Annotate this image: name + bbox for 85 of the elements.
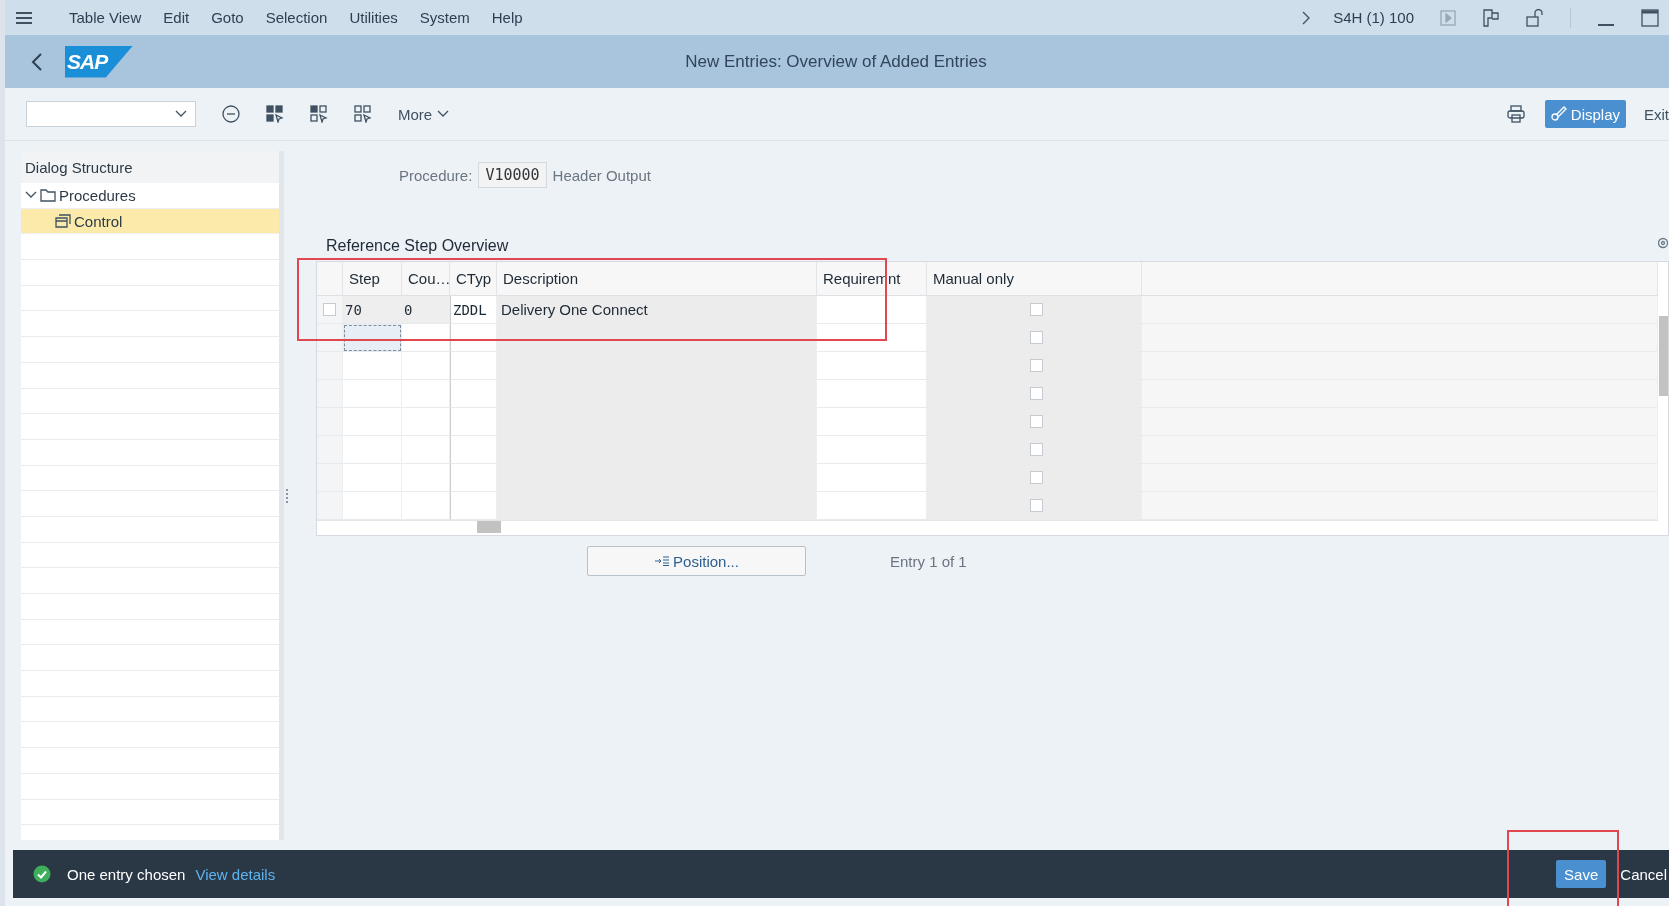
settings-icon[interactable] [1657, 237, 1669, 249]
table-cell[interactable] [402, 324, 450, 352]
menu-item[interactable]: Utilities [349, 9, 398, 26]
menu-item[interactable]: Selection [265, 9, 328, 26]
table-cell: Delivery One Connect [497, 296, 817, 324]
more-button[interactable]: More [398, 105, 450, 123]
table-cell[interactable]: 70 [343, 296, 402, 324]
table-cell [450, 380, 497, 408]
select-block-icon[interactable] [310, 105, 328, 123]
menu-item[interactable]: System [419, 9, 470, 26]
row-selector[interactable] [317, 296, 343, 324]
table-cell [450, 408, 497, 436]
deselect-all-icon[interactable] [354, 105, 372, 123]
unlock-icon[interactable] [1526, 8, 1544, 27]
table-cell[interactable] [402, 352, 450, 380]
folder-icon [40, 188, 56, 203]
chevron-right-icon[interactable] [1301, 10, 1312, 25]
print-icon[interactable] [1506, 105, 1525, 123]
chevron-down-icon [437, 110, 450, 118]
table-cell[interactable] [817, 296, 927, 324]
system-info: S4H (1) 100 [1333, 9, 1414, 26]
table-title: Reference Step Overview [326, 237, 509, 255]
table-cell [450, 464, 497, 492]
table-cell [450, 492, 497, 520]
table-cell[interactable] [402, 408, 450, 436]
layout-icon[interactable] [1482, 8, 1500, 27]
horizontal-scrollbar[interactable] [317, 520, 1658, 535]
position-icon [654, 556, 671, 566]
success-icon [33, 865, 51, 883]
play-icon[interactable] [1440, 9, 1456, 26]
table-cell[interactable] [343, 492, 402, 520]
tree-item[interactable]: Control [21, 208, 279, 235]
checkbox[interactable] [1029, 387, 1043, 400]
column-header[interactable]: CTyp [450, 262, 497, 296]
view-details-link[interactable]: View details [195, 865, 276, 883]
field-label: Procedure: [399, 166, 473, 184]
exit-button[interactable]: Exit [1644, 105, 1669, 123]
position-button[interactable]: Position... [587, 546, 806, 576]
panel-title: Dialog Structure [21, 151, 279, 183]
procedure-field: V10000 [478, 162, 547, 188]
checkbox[interactable] [1029, 359, 1043, 372]
column-header[interactable]: Description [497, 262, 817, 296]
table-cell[interactable] [402, 436, 450, 464]
column-header[interactable]: Manual only [927, 262, 1142, 296]
table-cell[interactable] [402, 492, 450, 520]
select-all-icon[interactable] [266, 105, 284, 123]
checkbox[interactable] [1029, 331, 1043, 344]
table-cell [450, 352, 497, 380]
menu-item[interactable]: Edit [163, 9, 190, 26]
table-cell[interactable] [402, 464, 450, 492]
menu-icon[interactable] [15, 10, 33, 25]
checkbox[interactable] [1029, 499, 1043, 512]
menu-item[interactable]: Goto [211, 9, 244, 26]
table-cell[interactable] [817, 492, 927, 520]
column-header[interactable]: Cou… [402, 262, 450, 296]
tree-item[interactable]: Procedures [21, 183, 279, 209]
table-cell[interactable] [817, 324, 927, 352]
back-icon[interactable] [31, 51, 43, 72]
procedure-description: Header Output [552, 166, 651, 184]
status-message: One entry chosen [67, 865, 186, 883]
entry-count: Entry 1 of 1 [890, 552, 967, 570]
table-cell[interactable] [402, 380, 450, 408]
table-cell[interactable] [343, 352, 402, 380]
cancel-button[interactable]: Cancel [1618, 860, 1669, 888]
maximize-icon[interactable] [1641, 8, 1659, 27]
command-field[interactable] [26, 101, 196, 127]
column-header[interactable]: Step [343, 262, 402, 296]
row-selector[interactable] [317, 324, 343, 352]
checkbox[interactable] [1029, 415, 1043, 428]
logo-text: SAP [67, 49, 108, 74]
table-cell: ZDDL [450, 296, 497, 324]
checkbox[interactable] [1029, 303, 1043, 316]
minus-circle-icon[interactable] [222, 105, 240, 123]
row-checkbox[interactable] [323, 303, 336, 316]
table-cell [450, 436, 497, 464]
menu-item[interactable]: Help [491, 9, 523, 26]
table-cell[interactable]: 0 [402, 296, 450, 324]
chevron-down-icon[interactable] [175, 110, 187, 118]
menu-item[interactable]: Table View [69, 9, 142, 26]
table-cell[interactable] [343, 324, 402, 352]
table-cell [450, 324, 497, 352]
window-title: New Entries: Overview of Added Entries [684, 51, 988, 72]
checkbox[interactable] [1029, 443, 1043, 456]
checkbox[interactable] [1029, 471, 1043, 484]
table-icon [55, 214, 71, 229]
